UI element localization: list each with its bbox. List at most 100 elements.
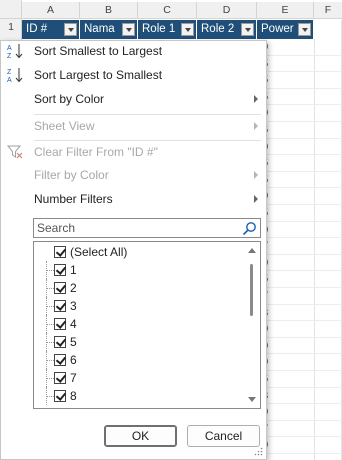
column-header-a[interactable]: A — [22, 2, 80, 19]
menu-item-label: Clear Filter From "ID #" — [34, 145, 158, 159]
sort-ascending-item[interactable]: A Z Sort Smallest to Largest — [1, 39, 266, 63]
power-cell[interactable]: 0 — [262, 254, 302, 272]
list-item-label: 3 — [70, 299, 77, 313]
menu-item-label: Sort Smallest to Largest — [34, 44, 163, 58]
svg-text:A: A — [7, 77, 12, 84]
column-header-c[interactable]: C — [138, 2, 197, 19]
filter-dropdown-button[interactable] — [181, 23, 194, 36]
list-scrollbar[interactable] — [247, 244, 257, 406]
list-item-label: (Select All) — [70, 245, 128, 259]
power-cell[interactable]: 3 — [262, 304, 302, 322]
select-all-corner[interactable] — [0, 2, 22, 19]
empty-cell[interactable] — [314, 20, 342, 39]
menu-item-label: Number Filters — [34, 192, 113, 206]
number-filters-item[interactable]: Number Filters — [1, 187, 266, 211]
column-header-d[interactable]: D — [197, 2, 257, 19]
submenu-arrow-icon — [254, 171, 258, 179]
resize-grip-icon[interactable] — [254, 447, 263, 456]
power-cell[interactable]: 0 — [262, 337, 302, 355]
power-cell[interactable]: 0 — [262, 138, 302, 156]
power-cell[interactable]: 0 — [262, 353, 302, 371]
menu-item-label: Sort by Color — [34, 92, 105, 106]
power-cell[interactable]: 0 — [262, 38, 302, 56]
list-item-label: 5 — [70, 335, 77, 349]
filter-dropdown-button[interactable] — [122, 23, 135, 36]
checkbox[interactable] — [54, 264, 66, 276]
power-cell[interactable]: 0 — [262, 403, 302, 421]
column-header-b[interactable]: B — [80, 2, 138, 19]
cancel-button[interactable]: Cancel — [187, 425, 260, 447]
clear-filter-icon — [6, 143, 24, 161]
power-cell[interactable]: 7 — [262, 287, 302, 305]
checkbox[interactable] — [54, 390, 66, 402]
power-cell[interactable]: 5 — [262, 370, 302, 388]
header-cell-nama[interactable]: Nama — [80, 20, 138, 39]
header-cell-label: Nama — [84, 23, 115, 35]
checkbox[interactable] — [54, 282, 66, 294]
list-item-label: 6 — [70, 353, 77, 367]
clear-filter-item[interactable]: Clear Filter From "ID #" — [1, 140, 266, 164]
value-list: (Select All) 1 2 3 4 5 6 7 8 — [33, 241, 261, 409]
power-cell[interactable]: 5 — [262, 154, 302, 172]
row-number-1[interactable]: 1 — [0, 21, 22, 33]
scroll-down-icon[interactable] — [248, 397, 256, 402]
submenu-arrow-icon — [254, 122, 258, 130]
header-cell-role-1[interactable]: Role 1 — [138, 20, 197, 39]
header-cell-power[interactable]: Power — [257, 20, 314, 39]
search-input[interactable] — [34, 219, 234, 237]
sheet-view-item[interactable]: Sheet View — [1, 114, 266, 138]
checkbox[interactable] — [54, 318, 66, 330]
power-cell[interactable]: 5 — [262, 204, 302, 222]
list-item-label: 1 — [70, 263, 77, 277]
checkbox[interactable] — [54, 354, 66, 366]
power-cell[interactable]: 0 — [262, 436, 302, 454]
ok-button[interactable]: OK — [104, 425, 177, 447]
power-cell[interactable]: 5 — [262, 270, 302, 288]
power-cell[interactable]: 0 — [262, 221, 302, 239]
power-cell[interactable]: 0 — [262, 187, 302, 205]
power-cell[interactable]: 0 — [262, 104, 302, 122]
scroll-thumb[interactable] — [250, 264, 253, 316]
svg-text:A: A — [7, 45, 12, 52]
menu-item-label: Filter by Color — [34, 168, 109, 182]
search-field[interactable] — [33, 218, 261, 238]
filter-dropdown-button[interactable] — [241, 23, 254, 36]
power-cell[interactable]: 5 — [262, 71, 302, 89]
list-item-label: 4 — [70, 317, 77, 331]
submenu-arrow-icon — [254, 95, 258, 103]
submenu-arrow-icon — [254, 195, 258, 203]
svg-text:Z: Z — [7, 69, 12, 76]
filter-dropdown-button[interactable] — [298, 23, 311, 36]
header-cell-id[interactable]: ID # — [22, 20, 80, 39]
sort-descending-icon: Z A — [6, 66, 24, 84]
gridline — [314, 39, 315, 460]
list-item-label: 8 — [70, 389, 77, 403]
power-cell[interactable]: 5 — [262, 121, 302, 139]
header-cell-label: Power — [261, 23, 294, 35]
column-header-e[interactable]: E — [257, 2, 314, 19]
sort-descending-item[interactable]: Z A Sort Largest to Smallest — [1, 63, 266, 87]
checkbox[interactable] — [54, 246, 66, 258]
power-cell[interactable]: 7 — [262, 237, 302, 255]
scroll-up-icon[interactable] — [248, 248, 256, 253]
power-cell[interactable]: 7 — [262, 420, 302, 438]
checkbox[interactable] — [54, 300, 66, 312]
header-cell-role-2[interactable]: Role 2 — [197, 20, 257, 39]
filter-by-color-item[interactable]: Filter by Color — [1, 163, 266, 187]
sort-by-color-item[interactable]: Sort by Color — [1, 87, 266, 111]
power-cell[interactable]: 5 — [262, 88, 302, 106]
header-cell-label: Role 1 — [142, 23, 176, 35]
filter-menu: A Z Sort Smallest to Largest Z A Sort La… — [0, 40, 267, 460]
power-cell[interactable]: 0 — [262, 320, 302, 338]
sort-ascending-icon: A Z — [6, 42, 24, 60]
column-header-f[interactable]: F — [314, 2, 342, 19]
power-cell[interactable]: 5 — [262, 171, 302, 189]
menu-item-label: Sheet View — [34, 119, 95, 133]
checkbox[interactable] — [54, 372, 66, 384]
checkbox[interactable] — [54, 336, 66, 348]
filter-dropdown-button[interactable] — [64, 23, 77, 36]
column-header-row: A B C D E F — [0, 2, 342, 19]
power-cell[interactable]: 3 — [262, 387, 302, 405]
search-icon[interactable] — [242, 221, 257, 236]
power-cell[interactable]: 5 — [262, 55, 302, 73]
